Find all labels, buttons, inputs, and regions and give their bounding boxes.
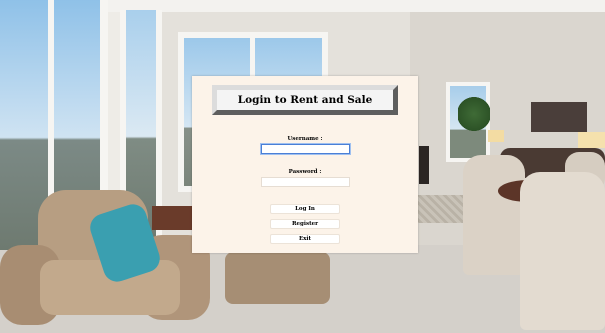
password-label: Password : xyxy=(288,169,322,175)
lamp xyxy=(488,130,504,142)
register-button[interactable]: Register xyxy=(270,219,340,229)
ottoman xyxy=(225,252,330,304)
login-title: Login to Rent and Sale xyxy=(237,94,373,106)
dining-chair xyxy=(463,155,525,275)
plant xyxy=(458,96,490,132)
login-panel: Login to Rent and Sale Username : Passwo… xyxy=(192,76,418,253)
username-input[interactable] xyxy=(261,144,350,154)
username-label: Username : xyxy=(287,136,323,142)
dining-chair xyxy=(520,172,605,330)
password-input[interactable] xyxy=(261,177,350,187)
wall-art xyxy=(531,102,587,132)
exit-button[interactable]: Exit xyxy=(270,234,340,244)
login-button[interactable]: Log In xyxy=(270,204,340,214)
title-banner: Login to Rent and Sale xyxy=(212,85,398,115)
rug xyxy=(415,195,470,223)
lamp xyxy=(578,132,605,148)
fireplace xyxy=(419,146,429,184)
